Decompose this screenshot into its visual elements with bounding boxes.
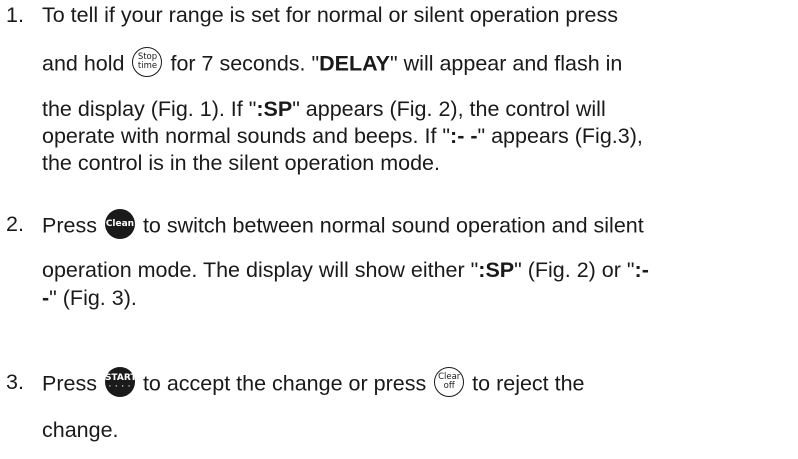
- bold-text: :-: [634, 258, 649, 282]
- text-span: and hold: [42, 51, 125, 76]
- text-span: operate with normal sounds and beeps. If…: [42, 124, 451, 148]
- text-span: to switch between normal sound operation…: [142, 213, 644, 238]
- stop-time-button-icon: Stop time: [132, 47, 163, 77]
- text-line: the display (Fig. 1). If ":SP" appears (…: [42, 97, 606, 122]
- text-line: To tell if your range is set for normal …: [42, 3, 618, 27]
- text-span: to reject the: [472, 371, 585, 396]
- text-span: operation mode. The display will show ei…: [42, 258, 479, 282]
- text-span: for 7 seconds. ": [170, 51, 320, 76]
- text-line: the control is in the silent operation m…: [42, 151, 440, 175]
- bold-text: :SP: [256, 97, 293, 121]
- text-span: " (Fig. 3).: [49, 286, 137, 310]
- text-line: Press START · · · · to accept the change …: [42, 367, 585, 400]
- bold-text: DELAY: [319, 51, 391, 76]
- start-button-icon: START · · · ·: [104, 367, 137, 397]
- text-span: Press: [42, 371, 97, 396]
- bold-text: :SP: [478, 258, 515, 282]
- text-span: " (Fig. 2) or ": [514, 258, 635, 282]
- text-line: change.: [42, 418, 119, 442]
- text-line: operate with normal sounds and beeps. If…: [42, 124, 643, 149]
- text-span: " will appear and flash in: [390, 51, 623, 76]
- text-line: Press Clean to switch between normal sou…: [42, 209, 644, 242]
- text-line: -" (Fig. 3).: [42, 286, 137, 311]
- text-line: and hold Stop time for 7 seconds. "DELAY"…: [42, 47, 623, 80]
- step-number: 2.: [6, 212, 24, 236]
- clean-button-icon: Clean: [104, 209, 135, 239]
- button-label: START: [104, 373, 137, 383]
- text-span: " appears (Fig. 2), the control will: [292, 97, 606, 121]
- clear-off-button-icon: Clear off: [434, 367, 465, 397]
- text-span: the display (Fig. 1). If ": [42, 97, 257, 121]
- button-label-bottom: off: [443, 381, 455, 391]
- text-span: " appears (Fig.3),: [477, 124, 643, 148]
- step-number: 3.: [6, 370, 24, 394]
- button-label-bottom: time: [137, 61, 158, 71]
- step-number: 1.: [6, 3, 24, 27]
- bold-text: :- -: [450, 124, 478, 148]
- text-line: operation mode. The display will show ei…: [42, 258, 649, 283]
- text-span: Press: [42, 213, 97, 238]
- button-dots: · · · ·: [108, 383, 132, 390]
- text-span: to accept the change or press: [142, 371, 427, 396]
